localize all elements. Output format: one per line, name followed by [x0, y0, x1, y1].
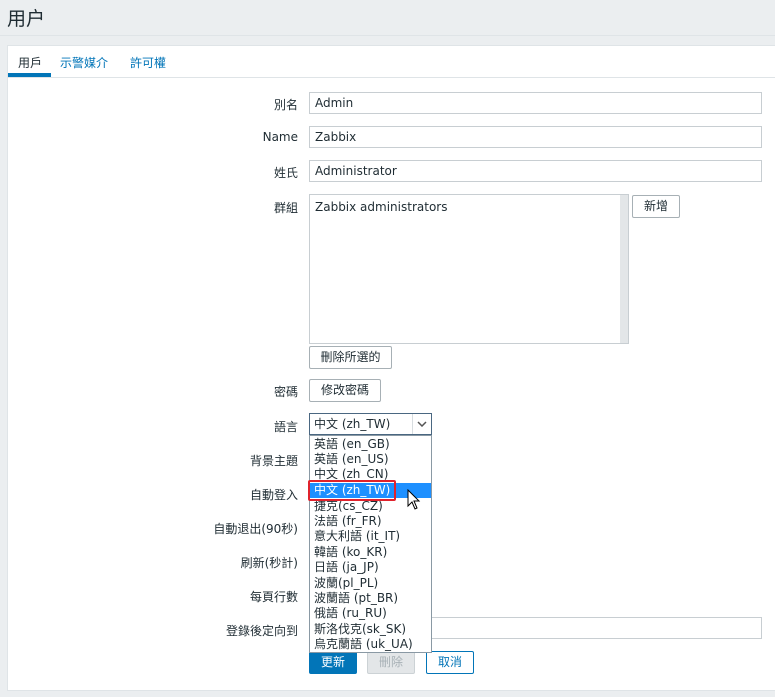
language-option[interactable]: 意大利語 (it_IT) [310, 529, 431, 544]
alias-label: 別名 [273, 98, 298, 112]
groups-multiselect[interactable]: Zabbix administrators [309, 194, 629, 344]
active-tab-indicator [8, 73, 51, 77]
url-after-login-label: 登錄後定向到 [225, 624, 298, 638]
language-option[interactable]: 波蘭語 (pt_BR) [310, 591, 431, 606]
surname-input[interactable]: Administrator [309, 160, 762, 182]
page-title: 用户 [7, 8, 46, 30]
mouse-cursor-icon [407, 488, 421, 514]
tab-user[interactable]: 用戶 [18, 54, 42, 71]
group-item[interactable]: Zabbix administrators [315, 200, 447, 214]
tab-permissions[interactable]: 許可權 [130, 54, 166, 71]
language-option[interactable]: 法語 (fr_FR) [310, 514, 431, 529]
add-group-button[interactable]: 新增 [632, 195, 680, 218]
rows-per-page-label: 每頁行數 [249, 590, 298, 604]
language-option[interactable]: 波蘭(pl_PL) [310, 576, 431, 591]
highlight-box [308, 480, 396, 501]
language-selected-value: 中文 (zh_TW) [314, 417, 391, 431]
groups-label: 群組 [273, 201, 298, 215]
language-option[interactable]: 烏克蘭語 (uk_UA) [310, 637, 431, 652]
language-option[interactable]: 斯洛伐克(sk_SK) [310, 622, 431, 637]
language-label: 語言 [273, 420, 298, 434]
cancel-button[interactable]: 取消 [426, 651, 474, 674]
name-input[interactable]: Zabbix [309, 126, 762, 148]
chevron-down-icon [412, 414, 431, 434]
password-label: 密碼 [273, 385, 298, 399]
language-option[interactable]: 英語 (en_US) [310, 452, 431, 467]
name-label: Name [262, 130, 298, 144]
surname-label: 姓氏 [273, 166, 298, 180]
language-dropdown-list[interactable]: 英語 (en_GB) 英語 (en_US) 中文 (zh_CN) 中文 (zh_… [309, 435, 432, 653]
language-option[interactable]: 俄語 (ru_RU) [310, 606, 431, 621]
language-option[interactable]: 英語 (en_GB) [310, 437, 431, 452]
delete-button: 刪除 [367, 651, 415, 674]
theme-label: 背景主題 [249, 454, 298, 468]
autologout-label: 自動退出(90秒) [213, 522, 298, 536]
groups-scrollbar[interactable] [620, 195, 628, 343]
title-divider [0, 35, 775, 36]
tab-media[interactable]: 示警媒介 [60, 54, 108, 71]
autologin-label: 自動登入 [249, 488, 298, 502]
alias-input[interactable]: Admin [309, 92, 762, 114]
remove-selected-button[interactable]: 刪除所選的 [309, 346, 392, 369]
refresh-label: 刷新(秒計) [240, 556, 298, 570]
language-option[interactable]: 日語 (ja_JP) [310, 560, 431, 575]
change-password-button[interactable]: 修改密碼 [309, 379, 381, 402]
language-select[interactable]: 中文 (zh_TW) [309, 413, 432, 435]
language-option[interactable]: 韓語 (ko_KR) [310, 545, 431, 560]
tab-bar: 用戶 示警媒介 許可權 [8, 46, 775, 78]
update-button[interactable]: 更新 [309, 651, 357, 674]
